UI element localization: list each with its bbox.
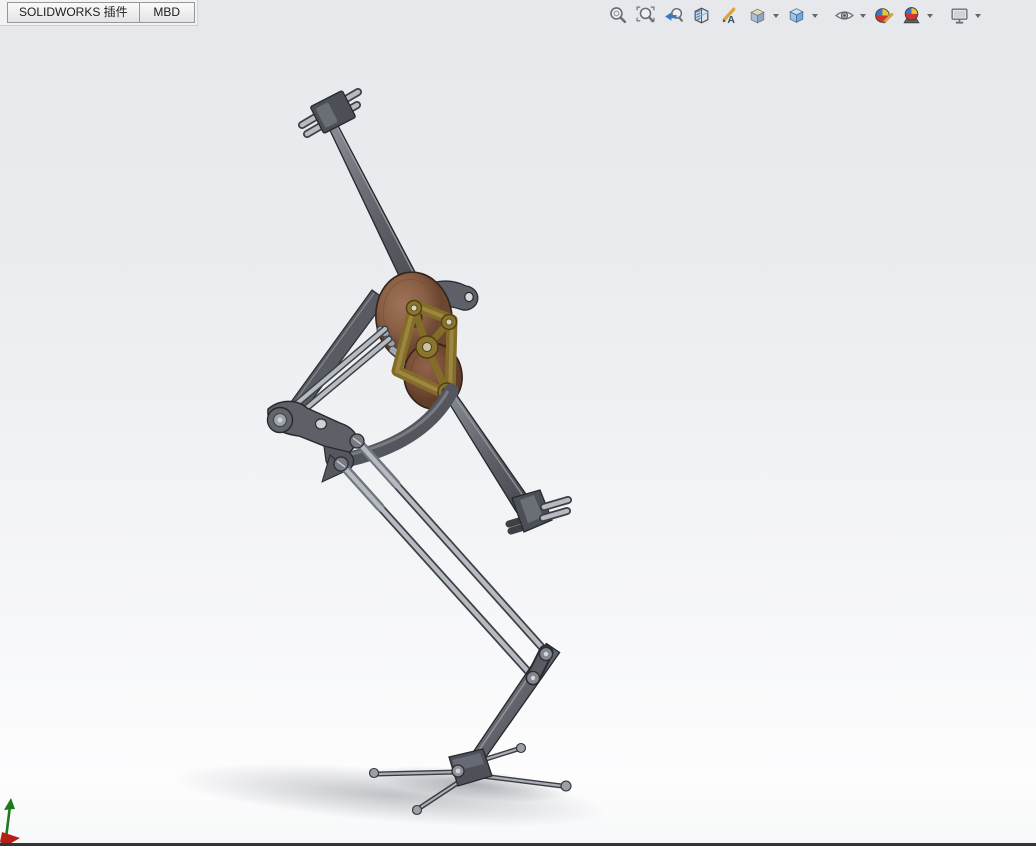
- previous-view-icon: [664, 7, 683, 22]
- view-orientation-button[interactable]: [745, 3, 769, 27]
- display-style-icon: [788, 7, 804, 23]
- hide-show-items-dropdown-icon[interactable]: [860, 14, 866, 18]
- solidworks-window: { "tabs": [ { "id": "solidworks-addins",…: [0, 0, 1036, 846]
- model-shin-rods[interactable]: [339, 439, 550, 681]
- view-orientation-dropdown-icon[interactable]: [773, 14, 779, 18]
- zoom-to-area-icon: [635, 5, 655, 22]
- tab-mbd[interactable]: MBD: [138, 2, 195, 23]
- zoom-to-fit-button[interactable]: [605, 3, 629, 27]
- ground-shadow: [172, 763, 608, 827]
- dynamic-annotation-views-icon: A: [722, 7, 735, 25]
- model-top-handle[interactable]: [298, 88, 362, 138]
- zoom-to-fit-icon: [609, 6, 626, 23]
- zoom-to-area-button[interactable]: [633, 3, 657, 27]
- view-settings-dropdown-icon[interactable]: [975, 14, 981, 18]
- model-lower-handle[interactable]: [505, 489, 572, 535]
- heads-up-view-toolbar: A: [605, 3, 982, 27]
- hide-show-items-button[interactable]: [832, 3, 856, 27]
- edit-appearance-icon: [874, 7, 893, 23]
- apply-scene-dropdown-icon[interactable]: [927, 14, 933, 18]
- apply-scene-button[interactable]: [899, 3, 923, 27]
- commandmanager-tabstrip: SOLIDWORKS 插件 MBD: [0, 0, 198, 26]
- model-lower-crank-arm[interactable]: [441, 386, 533, 513]
- edit-appearance-button[interactable]: [871, 3, 895, 27]
- viewport-3d: [172, 88, 608, 827]
- tab-solidworks-addins[interactable]: SOLIDWORKS 插件: [7, 2, 140, 23]
- section-view-button[interactable]: [689, 3, 713, 27]
- apply-scene-icon: [902, 6, 920, 23]
- display-style-dropdown-icon[interactable]: [812, 14, 818, 18]
- view-settings-icon: [950, 8, 968, 24]
- previous-view-button[interactable]: [661, 3, 685, 27]
- dynamic-annotation-views-button[interactable]: A: [717, 3, 741, 27]
- hide-show-items-icon: [834, 10, 854, 20]
- section-view-icon: [694, 6, 708, 24]
- display-style-button[interactable]: [784, 3, 808, 27]
- view-settings-button[interactable]: [947, 3, 971, 27]
- view-orientation-icon: [749, 8, 765, 24]
- orientation-triad: [0, 798, 20, 846]
